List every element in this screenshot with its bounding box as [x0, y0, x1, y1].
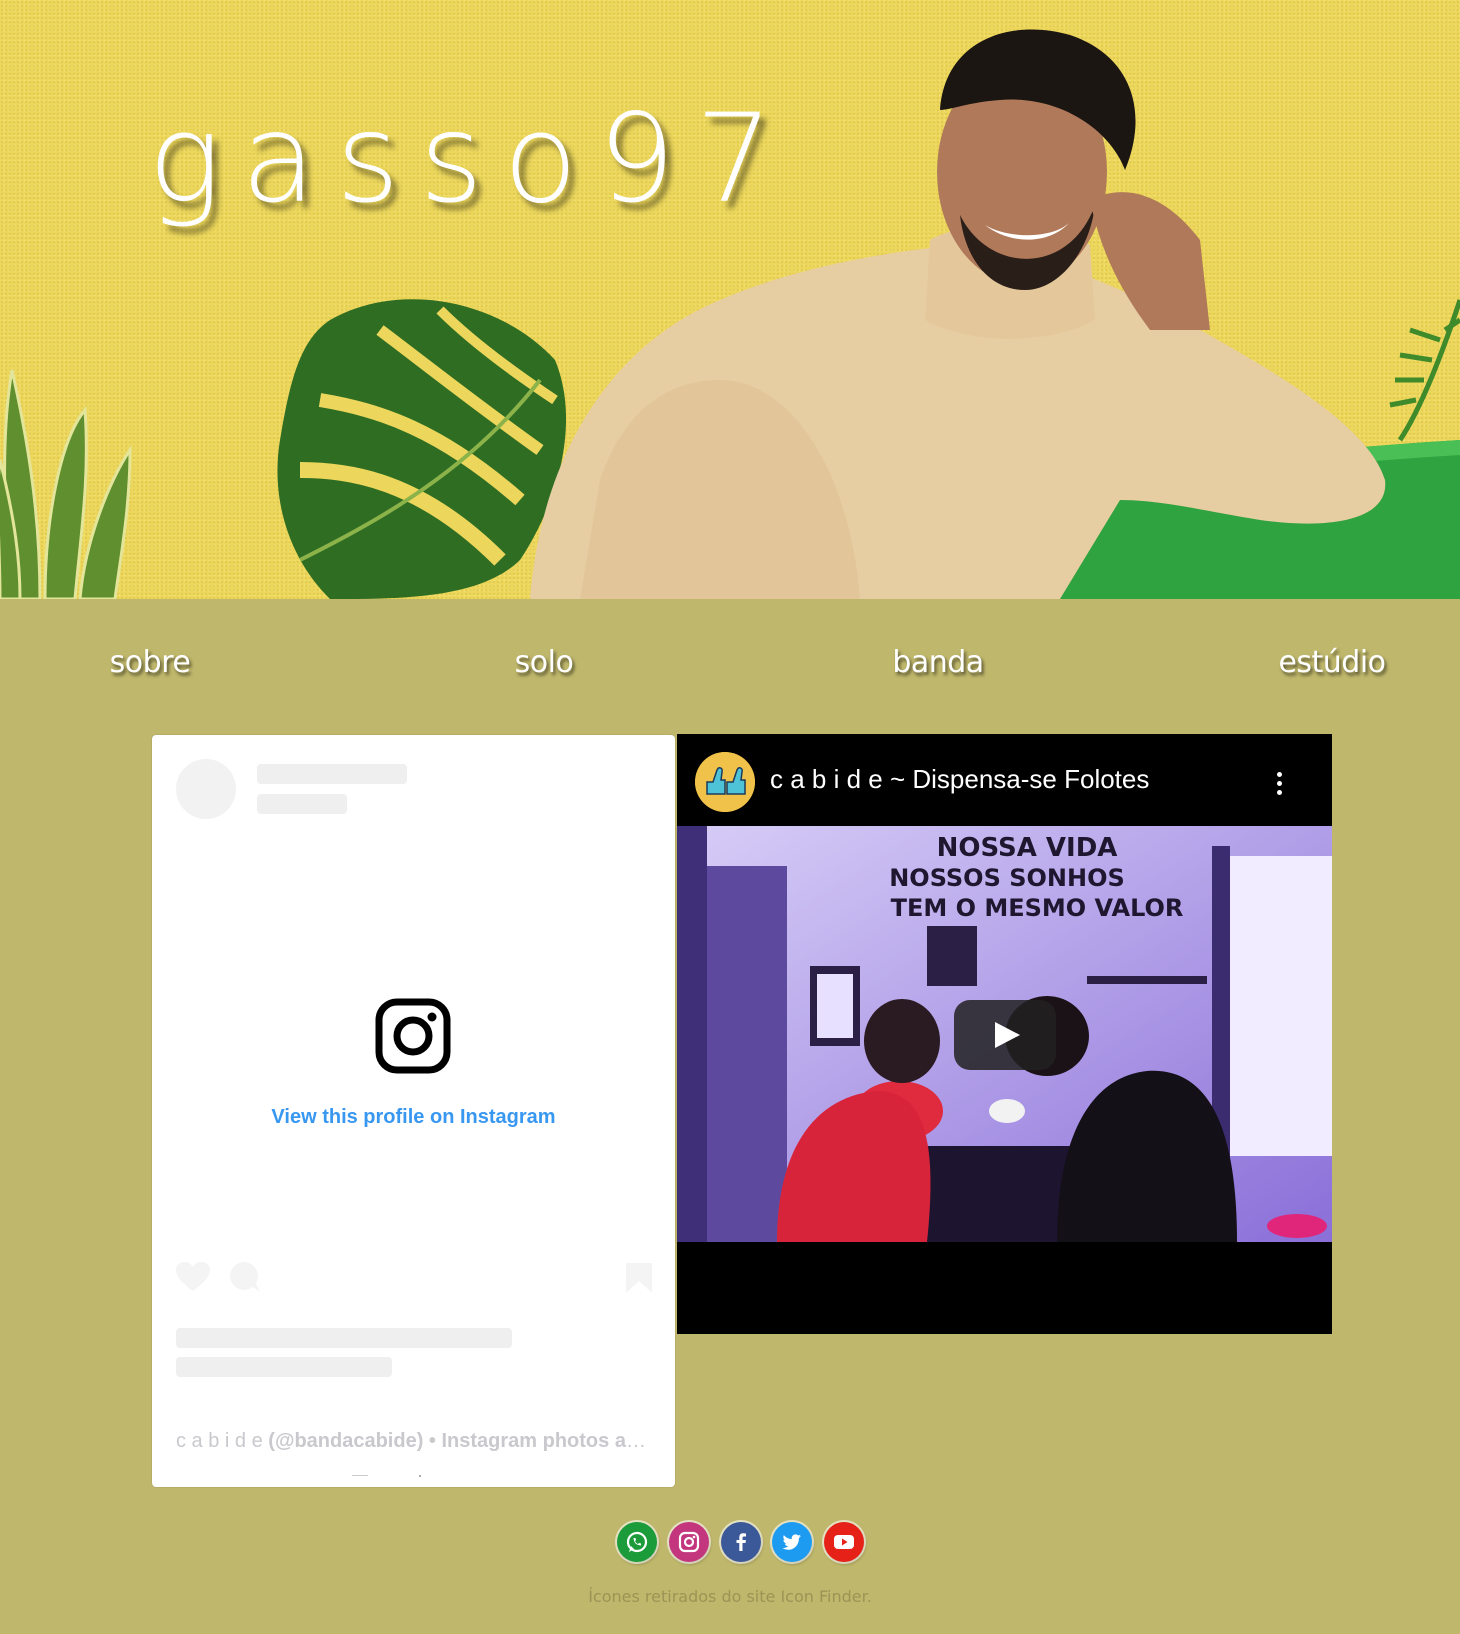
instagram-footer-title[interactable]: c a b i d e (@bandacabide) • Instagram p…: [176, 1430, 656, 1453]
channel-avatar[interactable]: [695, 752, 755, 812]
tiny-footer-dot: [419, 1475, 421, 1477]
facebook-icon[interactable]: [721, 1522, 761, 1562]
wall-text-2: NOSSOS SONHOS: [889, 864, 1125, 892]
wall-text-1: NOSSA VIDA: [937, 833, 1118, 863]
icons-credit: Ícones retirados do site Icon Finder.: [588, 1587, 872, 1606]
comment-icon: [230, 1262, 260, 1292]
wall-text-3: TEM O MESMO VALOR: [891, 894, 1184, 922]
instagram-icon[interactable]: [669, 1522, 709, 1562]
footer-handle: (@bandacabide): [268, 1430, 424, 1452]
main-nav: sobre solo banda estúdio: [0, 645, 1460, 695]
nav-link-estudio[interactable]: estúdio: [1278, 645, 1386, 680]
twitter-icon[interactable]: [772, 1522, 812, 1562]
whatsapp-icon[interactable]: [617, 1522, 657, 1562]
instagram-logo-icon[interactable]: [375, 998, 451, 1074]
nav-link-solo[interactable]: solo: [515, 645, 574, 680]
thumbs-up-icon: [695, 752, 755, 812]
name-placeholder: [257, 764, 407, 784]
video-title[interactable]: c a b i d e ~ Dispensa-se Folotes: [770, 764, 1149, 795]
hero-banner: gasso97: [0, 0, 1460, 599]
heart-icon: [176, 1262, 210, 1291]
site-logo-title: gasso97: [148, 88, 793, 230]
caption-placeholder-2: [176, 1357, 392, 1377]
youtube-embed[interactable]: c a b i d e ~ Dispensa-se Folotes NOSSA …: [677, 734, 1332, 1334]
view-profile-link[interactable]: View this profile on Instagram: [152, 1106, 675, 1129]
caption-placeholder-1: [176, 1328, 512, 1348]
instagram-embed[interactable]: View this profile on Instagram c a b i d…: [152, 735, 675, 1487]
profile-avatar-placeholder: [176, 759, 236, 819]
tiny-footer-mark: [352, 1475, 368, 1476]
footer-rest: • Instagram photos and videos: [428, 1430, 656, 1452]
nav-link-banda[interactable]: banda: [892, 645, 984, 680]
bookmark-icon: [626, 1263, 652, 1293]
play-button-icon[interactable]: [954, 1000, 1056, 1070]
youtube-icon[interactable]: [824, 1522, 864, 1562]
footer-name: c a b i d e: [176, 1430, 263, 1452]
nav-link-sobre[interactable]: sobre: [110, 645, 191, 680]
handle-placeholder: [257, 794, 347, 814]
more-options-icon[interactable]: [1277, 772, 1282, 799]
